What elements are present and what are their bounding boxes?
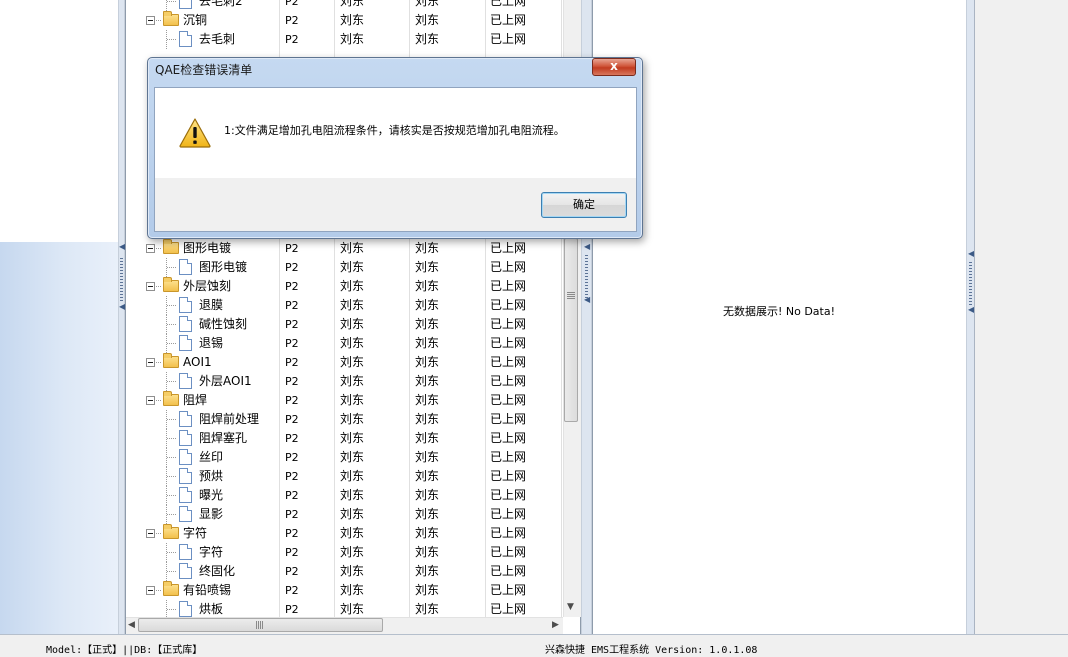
scroll-down-icon[interactable]: ▼: [567, 603, 574, 612]
splitter-grip-icon: [120, 258, 123, 302]
dialog-close-button[interactable]: x: [592, 58, 636, 76]
left-panel-lower: [0, 242, 119, 634]
splitter-grip-icon: [585, 255, 588, 299]
scroll-right-icon[interactable]: ▶: [552, 621, 559, 630]
scroll-left-icon[interactable]: ◀: [128, 621, 135, 630]
collapse-middle-icon[interactable]: ◀: [584, 243, 590, 251]
side-panel: [974, 0, 1068, 634]
dialog-title: QAE检查错误清单: [155, 63, 253, 77]
status-version: 兴森快捷 EMS工程系统 Version: 1.0.1.08: [545, 645, 758, 656]
vertical-scroll-thumb[interactable]: [564, 238, 578, 422]
expand-middle-icon[interactable]: ◀: [584, 296, 590, 304]
left-splitter[interactable]: ◀ ◀: [118, 0, 125, 634]
splitter-grip-icon: [969, 262, 972, 306]
scroll-grip-icon: [256, 621, 263, 629]
close-icon: x: [610, 59, 618, 73]
status-model-db: Model:【正式】||DB:【正式库】: [46, 645, 203, 656]
dialog-message: 1:文件满足增加孔电阻流程条件，请核实是否按规范增加孔电阻流程。: [224, 124, 565, 137]
ok-button[interactable]: 确定: [541, 192, 627, 218]
no-data-message: 无数据展示! No Data!: [722, 305, 836, 318]
warning-icon: [179, 118, 211, 148]
scroll-grip-icon: [567, 292, 575, 299]
left-panel: [0, 0, 119, 242]
